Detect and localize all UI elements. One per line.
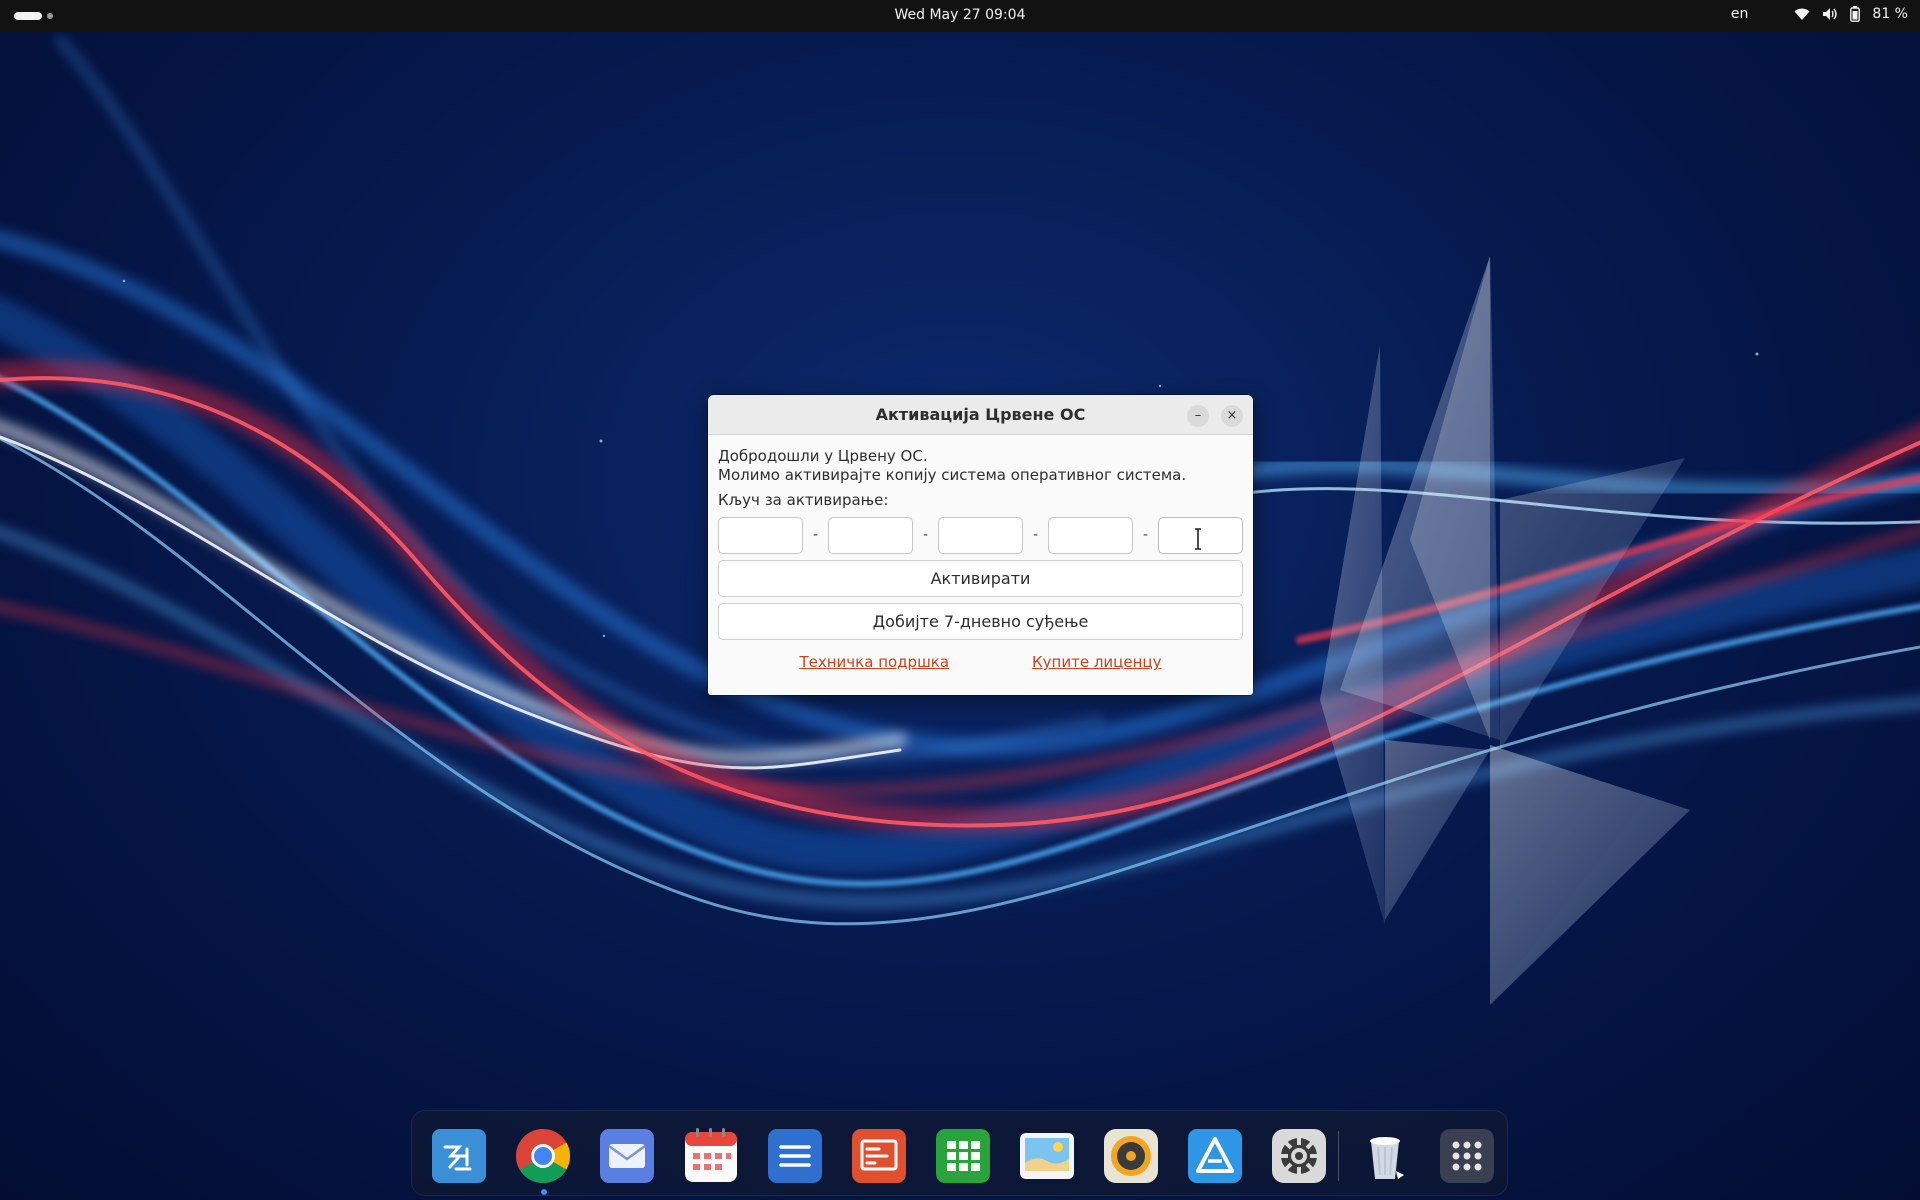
software-store-icon[interactable]: [1186, 1127, 1244, 1185]
dock: [411, 1110, 1508, 1196]
activities-button[interactable]: [14, 11, 53, 21]
spreadsheet-icon[interactable]: [934, 1127, 992, 1185]
dialog-titlebar[interactable]: Активација Црвене ОС – ×: [708, 395, 1253, 435]
system-tray[interactable]: en 81 %: [1731, 6, 1908, 22]
chrome-icon[interactable]: [514, 1127, 572, 1195]
activation-dialog: Активација Црвене ОС – × Добродошли у Цр…: [708, 395, 1253, 695]
trash-icon[interactable]: [1356, 1127, 1414, 1185]
trial-button[interactable]: Добијте 7-дневно суђење: [718, 603, 1243, 640]
clock[interactable]: Wed May 27 09:04: [895, 7, 1026, 23]
welcome-text: Добродошли у Црвену ОС.: [718, 447, 928, 465]
wifi-icon: [1794, 7, 1810, 21]
settings-icon[interactable]: [1270, 1127, 1328, 1185]
running-indicator: [541, 1189, 547, 1195]
activation-key-row: - - - -: [718, 516, 1243, 554]
dialog-title: Активација Црвене ОС: [875, 405, 1086, 424]
show-apps-icon[interactable]: [1438, 1127, 1496, 1185]
top-bar: Wed May 27 09:04 en 81 %: [0, 0, 1920, 32]
workspace-indicator: [47, 13, 53, 19]
text-cursor-icon: [1195, 528, 1201, 550]
key-field-3[interactable]: [938, 516, 1023, 554]
key-separator: -: [812, 527, 819, 543]
app-center-icon[interactable]: [430, 1127, 488, 1185]
battery-percentage: 81 %: [1872, 6, 1908, 22]
activation-prompt: Молимо активирајте копију система операт…: [718, 466, 1187, 484]
battery-icon: [1850, 6, 1861, 22]
calendar-icon[interactable]: [682, 1127, 740, 1185]
key-separator: -: [922, 527, 929, 543]
activation-key-label: Кључ за активирање:: [718, 491, 889, 509]
key-field-1[interactable]: [718, 516, 803, 554]
buy-license-link[interactable]: Купите лиценцу: [1032, 653, 1162, 671]
music-player-icon[interactable]: [1102, 1127, 1160, 1185]
writer-icon[interactable]: [766, 1127, 824, 1185]
minimize-button[interactable]: –: [1187, 405, 1209, 427]
close-button[interactable]: ×: [1221, 405, 1243, 427]
keyboard-language[interactable]: en: [1731, 6, 1749, 22]
key-field-2[interactable]: [828, 516, 913, 554]
dock-separator: [1338, 1131, 1339, 1181]
key-separator: -: [1142, 527, 1149, 543]
key-separator: -: [1032, 527, 1039, 543]
image-viewer-icon[interactable]: [1018, 1127, 1076, 1185]
presentation-icon[interactable]: [850, 1127, 908, 1185]
volume-icon: [1822, 7, 1838, 21]
activate-button[interactable]: Активирати: [718, 560, 1243, 597]
tech-support-link[interactable]: Техничка подршка: [799, 653, 949, 671]
workspace-indicator-active: [14, 12, 42, 20]
key-field-4[interactable]: [1048, 516, 1133, 554]
mail-icon[interactable]: [598, 1127, 656, 1185]
